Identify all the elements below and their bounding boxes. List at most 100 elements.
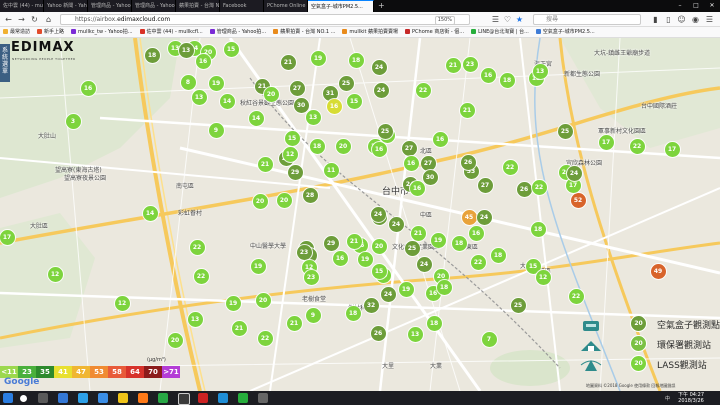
station-marker[interactable]: 25 — [377, 123, 393, 139]
station-marker[interactable]: 25 — [338, 75, 354, 91]
windows-start-icon[interactable] — [3, 393, 13, 403]
bookmark-item[interactable]: 新手上路 — [34, 27, 68, 37]
firefox-icon[interactable] — [138, 393, 148, 403]
station-marker[interactable]: 21 — [286, 315, 302, 331]
home-icon[interactable]: ⌂ — [43, 14, 54, 25]
station-marker[interactable]: 17 — [598, 134, 614, 150]
line-icon[interactable] — [238, 393, 248, 403]
station-marker[interactable]: 24 — [388, 216, 404, 232]
station-marker[interactable]: 26 — [516, 181, 532, 197]
station-marker[interactable]: 45 — [461, 209, 477, 225]
station-marker[interactable]: 18 — [499, 72, 515, 88]
station-marker[interactable]: 16 — [409, 180, 425, 196]
station-marker[interactable]: 14 — [142, 205, 158, 221]
menu-icon[interactable]: ☰ — [704, 14, 715, 25]
station-marker[interactable]: 32 — [363, 297, 379, 313]
station-marker[interactable]: 24 — [566, 165, 582, 181]
maximize-icon[interactable]: □ — [688, 0, 704, 12]
station-marker[interactable]: 25 — [557, 123, 573, 139]
station-marker[interactable]: 21 — [459, 102, 475, 118]
browser-tab[interactable]: 空氣盒子-城市PM2.5... — [308, 0, 374, 12]
station-marker[interactable]: 18 — [490, 247, 506, 263]
station-marker[interactable]: 17 — [664, 141, 680, 157]
station-marker[interactable]: 15 — [371, 263, 387, 279]
pocket-icon[interactable]: ♡ — [502, 14, 513, 25]
bookmark-item[interactable]: 蘋果拍賣 - 台灣 NO.1 ... — [270, 27, 339, 37]
map-attribution[interactable]: 地圖資料 ©2018 Google 使用條款 回報地圖錯誤 — [586, 383, 675, 389]
station-marker[interactable]: 15 — [284, 130, 300, 146]
library-icon[interactable]: ▮ — [650, 14, 661, 25]
station-marker[interactable]: 24 — [373, 82, 389, 98]
station-marker[interactable]: 13 — [532, 63, 548, 79]
station-marker[interactable]: 12 — [114, 295, 130, 311]
station-marker[interactable]: 19 — [250, 258, 266, 274]
folder-icon[interactable] — [118, 393, 128, 403]
station-marker[interactable]: 19 — [430, 232, 446, 248]
station-marker[interactable]: 21 — [257, 156, 273, 172]
station-marker[interactable]: 12 — [282, 146, 298, 162]
station-marker[interactable]: 20 — [252, 193, 268, 209]
station-marker[interactable]: 18 — [451, 235, 467, 251]
station-marker[interactable]: 13 — [187, 311, 203, 327]
input-language[interactable]: 中 — [665, 395, 670, 402]
station-marker[interactable]: 24 — [371, 59, 387, 75]
browser-tab[interactable]: PChome Online 網路家庭... — [264, 0, 308, 12]
station-marker[interactable]: 16 — [403, 155, 419, 171]
station-marker[interactable]: 20 — [371, 238, 387, 254]
search-input[interactable]: 搜尋 — [533, 14, 641, 25]
bookmark-item[interactable]: mullkc_tw - Yahoo拍... — [68, 27, 136, 37]
station-marker[interactable]: 7 — [481, 331, 497, 347]
station-marker[interactable]: 13 — [178, 42, 194, 58]
station-marker[interactable]: 19 — [398, 281, 414, 297]
edge-icon[interactable] — [78, 393, 88, 403]
url-bar[interactable]: https://airbox.edimaxcloud.com 150% — [60, 14, 470, 25]
station-marker[interactable]: 23 — [462, 56, 478, 72]
station-marker[interactable]: 49 — [650, 263, 666, 279]
browser-tab[interactable]: 管理商品 - Yahoo拍賣... — [88, 0, 132, 12]
store-icon[interactable] — [218, 393, 228, 403]
bookmark-star-icon[interactable]: ★ — [514, 14, 525, 25]
bookmark-item[interactable]: 佐中雲 (44) - mullkcfl... — [137, 27, 207, 37]
station-marker[interactable]: 21 — [346, 233, 362, 249]
station-marker[interactable]: 19 — [208, 75, 224, 91]
task-view-icon[interactable] — [38, 393, 48, 403]
station-marker[interactable]: 22 — [257, 330, 273, 346]
station-marker[interactable]: 30 — [422, 169, 438, 185]
file-explorer-icon[interactable] — [58, 393, 68, 403]
station-marker[interactable]: 20 — [167, 332, 183, 348]
browser-tab[interactable]: Yahoo 新聞 - Yahoo新聞... — [44, 0, 88, 12]
station-marker[interactable]: 26 — [460, 154, 476, 170]
station-marker[interactable]: 22 — [629, 138, 645, 154]
station-marker[interactable]: 18 — [345, 305, 361, 321]
station-marker[interactable]: 9 — [305, 307, 321, 323]
extension-icon[interactable]: ◉ — [690, 14, 701, 25]
taskbar-clock[interactable]: 下午 04:27 2018/3/26 — [678, 392, 704, 404]
forward-icon[interactable]: → — [16, 14, 27, 25]
station-marker[interactable]: 52 — [570, 192, 586, 208]
station-marker[interactable]: 16 — [371, 141, 387, 157]
station-marker[interactable]: 14 — [219, 93, 235, 109]
station-marker[interactable]: 18 — [426, 315, 442, 331]
station-marker[interactable]: 24 — [416, 256, 432, 272]
media-icon[interactable] — [198, 393, 208, 403]
browser-tab[interactable]: 佐中雲 (44) - mullkcha@g... — [0, 0, 44, 12]
station-marker[interactable]: 24 — [380, 286, 396, 302]
station-marker[interactable]: 22 — [189, 239, 205, 255]
station-marker[interactable]: 11 — [323, 162, 339, 178]
station-marker[interactable]: 21 — [410, 225, 426, 241]
search-taskbar-icon[interactable] — [20, 395, 27, 402]
station-marker[interactable]: 13 — [407, 326, 423, 342]
reload-icon[interactable]: ↻ — [29, 14, 40, 25]
station-marker[interactable]: 20 — [255, 292, 271, 308]
station-marker[interactable]: 16 — [432, 131, 448, 147]
station-marker[interactable]: 29 — [287, 164, 303, 180]
station-marker[interactable]: 21 — [445, 57, 461, 73]
station-marker[interactable]: 12 — [535, 269, 551, 285]
station-marker[interactable]: 18 — [348, 52, 364, 68]
station-marker[interactable]: 24 — [476, 209, 492, 225]
photos-icon[interactable] — [178, 393, 190, 405]
station-marker[interactable]: 25 — [404, 240, 420, 256]
sidebar-icon[interactable]: ▯ — [663, 14, 674, 25]
account-icon[interactable]: ☺ — [676, 14, 687, 25]
station-marker[interactable]: 19 — [310, 50, 326, 66]
